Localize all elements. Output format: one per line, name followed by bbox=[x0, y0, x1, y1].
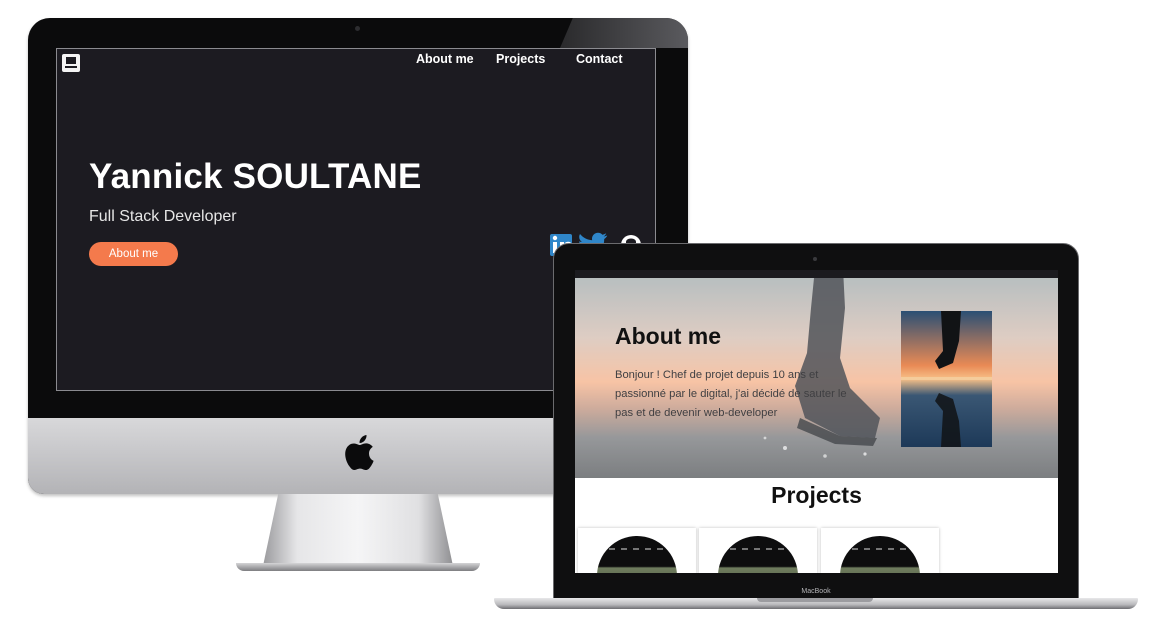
imac-stand bbox=[263, 494, 453, 566]
macbook-label: MacBook bbox=[801, 588, 831, 595]
macbook-notch bbox=[757, 598, 873, 602]
apple-logo-icon bbox=[345, 435, 374, 471]
macbook-camera bbox=[813, 257, 817, 261]
imac-foot bbox=[236, 563, 480, 571]
nav-link-contact[interactable]: Contact bbox=[576, 52, 623, 66]
about-photo bbox=[901, 311, 992, 447]
projects-title: Projects bbox=[771, 482, 862, 508]
top-navigation: About me Projects Contact bbox=[57, 52, 655, 72]
project-thumbnail bbox=[597, 536, 677, 573]
project-thumbnail bbox=[840, 536, 920, 573]
imac-glare bbox=[560, 18, 688, 48]
project-card[interactable] bbox=[578, 528, 696, 573]
nav-link-about[interactable]: About me bbox=[416, 52, 474, 66]
hero-role: Full Stack Developer bbox=[89, 208, 237, 225]
nav-link-projects[interactable]: Projects bbox=[496, 52, 545, 66]
about-title: About me bbox=[615, 323, 722, 349]
imac-camera bbox=[355, 26, 360, 31]
project-card[interactable] bbox=[699, 528, 817, 573]
about-section: About me Bonjour ! Chef de projet depuis… bbox=[575, 278, 1058, 478]
macbook-screen: About me Bonjour ! Chef de projet depuis… bbox=[575, 270, 1058, 573]
macbook-site-header bbox=[575, 270, 1058, 278]
about-text: Bonjour ! Chef de projet depuis 10 ans e… bbox=[615, 369, 847, 419]
project-thumbnail bbox=[718, 536, 798, 573]
project-card[interactable] bbox=[821, 528, 939, 573]
hero-name: Yannick SOULTANE bbox=[89, 157, 422, 196]
about-me-button[interactable]: About me bbox=[89, 242, 178, 266]
